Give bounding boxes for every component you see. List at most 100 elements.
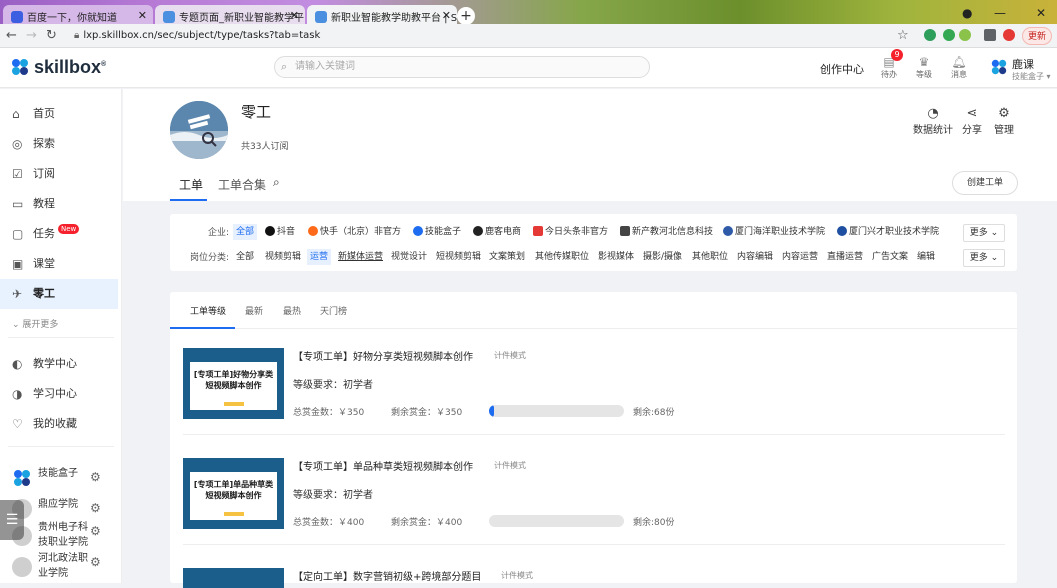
url-field[interactable]: 🔒︎ lxp.skillbox.cn/sec/subject/type/tasks… — [68, 27, 908, 45]
category-chip[interactable]: 内容编辑 — [737, 249, 773, 265]
user-name: 鹿课 — [1012, 58, 1034, 71]
close-icon[interactable]: ✕ — [138, 9, 147, 22]
active-tab-indicator — [170, 199, 207, 201]
extension-shield-icon[interactable] — [924, 29, 936, 41]
update-button[interactable]: 更新 — [1022, 27, 1052, 45]
star-icon[interactable]: ☆ — [897, 28, 909, 43]
gear-icon[interactable]: ⚙ — [90, 524, 101, 538]
gear-icon[interactable]: ⚙ — [90, 470, 101, 484]
sort-tab-level[interactable]: 工单等级 — [190, 304, 226, 317]
thumbnail-tag — [224, 512, 244, 516]
create-gig-button[interactable]: 创建工单 — [952, 171, 1018, 195]
forward-icon[interactable]: → — [26, 28, 37, 43]
category-chip[interactable]: 全部 — [236, 249, 254, 265]
share-button[interactable]: ⋖ 分享 — [955, 106, 989, 136]
sidebar-item-teaching-center[interactable]: ◐ 教学中心 — [0, 349, 118, 379]
category-chip[interactable]: 短视频剪辑 — [436, 249, 481, 265]
category-chip[interactable]: 影视媒体 — [598, 249, 634, 265]
sidebar-item-gig[interactable]: ✈ 零工 — [0, 279, 118, 309]
topic-profile: 零工 共33人订阅 ◔ 数据统计 ⋖ 分享 ⚙ 管理 工单 工单合集 ⌕ 创建工单 — [123, 89, 1057, 201]
company-chip-all[interactable]: 全部 — [233, 224, 258, 240]
tab-gig-orders[interactable]: 工单 — [179, 176, 203, 193]
sort-tab-ranking[interactable]: 天门榜 — [320, 304, 347, 317]
search-box[interactable]: ⌕ 请输入关键词 — [274, 56, 650, 78]
new-tab-button[interactable]: + — [457, 7, 475, 25]
gig-thumbnail[interactable]: [专项工单]好物分享类短视频脚本创作 — [183, 348, 284, 419]
stats-button[interactable]: ◔ 数据统计 — [911, 106, 955, 136]
category-chip[interactable]: 其他职位 — [692, 249, 728, 265]
close-icon[interactable]: ✕ — [442, 9, 451, 22]
sidebar-item-classroom[interactable]: ▣ 课堂 — [0, 249, 118, 279]
record-icon[interactable]: ● — [962, 6, 972, 20]
category-chip[interactable]: 文案策划 — [489, 249, 525, 265]
category-chip[interactable]: 内容运营 — [782, 249, 818, 265]
company-more-button[interactable]: 更多 ⌄ — [963, 224, 1005, 242]
extension-leaf-icon[interactable] — [959, 29, 971, 41]
category-chip[interactable]: 视频剪辑 — [265, 249, 301, 265]
floating-menu-button[interactable]: ☰ — [0, 500, 24, 540]
close-window-icon[interactable]: ✕ — [1036, 6, 1046, 20]
gig-title[interactable]: 【定向工单】数字营销初级+跨境部分题目 — [293, 568, 481, 583]
back-icon[interactable]: ← — [6, 28, 17, 43]
extension-wechat-icon[interactable] — [943, 29, 955, 41]
sidebar-item-explore[interactable]: ◎ 探索 — [0, 129, 118, 159]
sidebar-item-home[interactable]: ⌂ 首页 — [0, 99, 118, 129]
category-chip[interactable]: 广告文案 — [872, 249, 908, 265]
extensions-puzzle-icon[interactable] — [984, 29, 996, 41]
sidebar-item-tutorial[interactable]: ▭ 教程 — [0, 189, 118, 219]
douyin-icon — [265, 226, 275, 236]
sort-tab-hot[interactable]: 最热 — [283, 304, 301, 317]
manage-button[interactable]: ⚙ 管理 — [989, 106, 1019, 136]
category-chip[interactable]: 视觉设计 — [391, 249, 427, 265]
company-chip-douyin[interactable]: 抖音 — [265, 224, 295, 240]
sidebar-item-label: 探索 — [33, 137, 55, 150]
sort-tab-latest[interactable]: 最新 — [245, 304, 263, 317]
sidebar-item-favorites[interactable]: ♡ 我的收藏 — [0, 409, 118, 439]
gig-title[interactable]: 【专项工单】好物分享类短视频脚本创作 — [293, 348, 473, 363]
close-icon[interactable]: ✕ — [290, 9, 299, 22]
sidebar-item-learning-center[interactable]: ◑ 学习中心 — [0, 379, 118, 409]
skillbox-logo[interactable]: skillbox® — [10, 57, 106, 78]
category-chip[interactable]: 编辑 — [917, 249, 935, 265]
globe-favicon-icon — [315, 11, 327, 23]
company-chip-toutiao[interactable]: 今日头条非官方 — [533, 224, 608, 240]
company-chip-xiamen-xingcai[interactable]: 厦门兴才职业技术学院 — [837, 224, 939, 240]
search-icon[interactable]: ⌕ — [273, 175, 280, 190]
company-chip-luke[interactable]: 鹿客电商 — [473, 224, 521, 240]
gear-icon[interactable]: ⚙ — [90, 555, 101, 569]
minimize-icon[interactable]: — — [994, 6, 1006, 20]
category-chip[interactable]: 直播运营 — [827, 249, 863, 265]
gig-thumbnail[interactable] — [183, 568, 284, 588]
address-bar-row: ← → ↻ 🔒︎ lxp.skillbox.cn/sec/subject/type… — [0, 24, 1057, 48]
company-chip-skillbox[interactable]: 技能盒子 — [413, 224, 461, 240]
category-chip-selected[interactable]: 运营 — [307, 249, 332, 265]
sidebar-item-label: 课堂 — [33, 257, 55, 270]
company-chip-xiamen-ocean[interactable]: 厦门海洋职业技术学院 — [723, 224, 825, 240]
company-chip-hebei[interactable]: 新产教河北信息科技 — [620, 224, 713, 240]
category-chip[interactable]: 其他传媒职位 — [535, 249, 589, 265]
reload-icon[interactable]: ↻ — [46, 28, 57, 43]
tab-gig-collections[interactable]: 工单合集 — [218, 176, 266, 193]
sidebar-item-subscribe[interactable]: ☑ 订阅 — [0, 159, 118, 189]
user-org: 技能盒子 ▾ — [1012, 72, 1051, 81]
gear-icon[interactable]: ⚙ — [90, 501, 101, 515]
gig-title[interactable]: 【专项工单】单品种草类短视频脚本创作 — [293, 458, 473, 473]
sidebar-item-task[interactable]: ▢ 任务 New — [0, 219, 118, 249]
create-center-link[interactable]: 创作中心 — [820, 61, 864, 77]
org-avatar — [14, 470, 30, 486]
gig-thumbnail[interactable]: [专项工单]单品种草类短视频脚本创作 — [183, 458, 284, 529]
expand-more-toggle[interactable]: ⌄ 展开更多 — [12, 317, 58, 330]
category-chip[interactable]: 摄影/摄像 — [643, 249, 682, 265]
sidebar-item-label: 订阅 — [33, 167, 55, 180]
message-button[interactable]: 🔔︎ 消息 — [947, 55, 971, 80]
category-chip[interactable]: 新媒体运营 — [338, 249, 383, 265]
manage-label: 管理 — [994, 125, 1014, 136]
sidebar-item-label: 学习中心 — [33, 387, 77, 400]
profile-avatar-icon[interactable] — [1003, 29, 1015, 41]
sidebar-item-label: 教学中心 — [33, 357, 77, 370]
baidu-favicon-icon — [11, 11, 23, 23]
company-chip-kuaishou[interactable]: 快手（北京）非官方 — [308, 224, 401, 240]
level-button[interactable]: ♛ 等级 — [912, 55, 936, 80]
category-more-button[interactable]: 更多 ⌄ — [963, 249, 1005, 267]
gig-mode: 计件模式 — [494, 461, 526, 470]
